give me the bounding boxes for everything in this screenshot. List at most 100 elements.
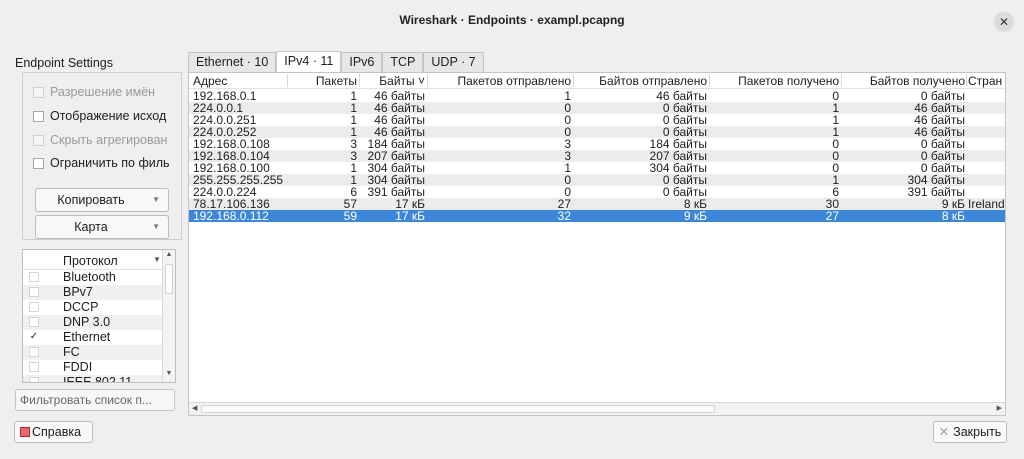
cell-packets-sent: 1 (564, 162, 571, 174)
protocol-checkbox[interactable] (29, 347, 39, 357)
help-icon (20, 427, 30, 437)
protocol-filter-input[interactable]: Фильтровать список п... (15, 389, 175, 411)
check-icon[interactable]: ✓ (29, 332, 39, 342)
protocol-column-header[interactable]: Протокол ▼ (23, 250, 163, 270)
table-row[interactable]: 224.0.0.251 1 46 байты 0 0 байты 1 46 байты (189, 114, 1005, 126)
cell-address: 224.0.0.1 (193, 102, 244, 114)
close-button[interactable]: ✕ Закрыть (933, 421, 1007, 443)
cell-packets: 1 (350, 102, 357, 114)
cell-packets-sent: 0 (564, 114, 571, 126)
tab-ethernet[interactable]: Ethernet · 10 (188, 52, 277, 72)
endpoints-table[interactable]: Адрес Пакеты Байты ˅ Пакетов отправлено … (188, 72, 1006, 416)
scrollbar-thumb[interactable] (165, 264, 173, 294)
cell-bytes-received: 0 байты (920, 138, 965, 150)
column-bytes-received[interactable]: Байтов получено (843, 74, 965, 88)
protocol-item[interactable]: Bluetooth (23, 270, 163, 285)
column-separator (573, 74, 574, 87)
cell-packets: 6 (350, 186, 357, 198)
protocol-item[interactable]: FC (23, 345, 163, 360)
map-button[interactable]: Карта ▼ (35, 215, 169, 239)
protocol-checkbox[interactable] (29, 302, 39, 312)
cell-packets-sent: 0 (564, 126, 571, 138)
table-row[interactable]: 192.168.0.108 3 184 байты 3 184 байты 0 0 байт… (189, 138, 1005, 150)
scroll-down-icon[interactable]: ▼ (164, 370, 174, 381)
column-country[interactable]: Стран (968, 74, 1005, 88)
help-button[interactable]: Справка (14, 421, 93, 443)
table-row[interactable]: 255.255.255.255 1 304 байты 0 0 байты 1 304 ба… (189, 174, 1005, 186)
close-icon: ✕ (938, 425, 950, 439)
protocol-item[interactable]: DCCP (23, 300, 163, 315)
protocol-checkbox[interactable] (29, 377, 39, 382)
column-packets[interactable]: Пакеты (289, 74, 357, 88)
tab-ipv6[interactable]: IPv6 (341, 52, 383, 72)
protocol-checkbox[interactable] (29, 362, 39, 372)
column-bytes-sent[interactable]: Байтов отправлено (575, 74, 707, 88)
tab-udp[interactable]: UDP · 7 (423, 52, 484, 72)
help-button-label: Справка (32, 425, 82, 439)
cell-packets-sent: 3 (564, 138, 571, 150)
cell-packets-received: 1 (832, 126, 839, 138)
column-separator (427, 74, 428, 87)
table-row[interactable]: 192.168.0.112 59 17 кБ 32 9 кБ 27 8 кБ (189, 210, 1005, 222)
chevron-down-icon: ▼ (152, 222, 160, 231)
table-row[interactable]: 78.17.106.136 57 17 кБ 27 8 кБ 30 9 кБ Ireland (189, 198, 1005, 210)
cell-bytes-received: 0 байты (920, 90, 965, 102)
cell-packets-received: 6 (832, 186, 839, 198)
protocol-checkbox[interactable] (29, 272, 39, 282)
protocol-checkbox[interactable] (29, 287, 39, 297)
protocol-name: Bluetooth (63, 270, 116, 284)
cell-address: 255.255.255.255 (193, 174, 284, 186)
protocol-item[interactable]: BPv7 (23, 285, 163, 300)
cell-bytes-received: 0 байты (920, 150, 965, 162)
protocol-item[interactable]: IEEE 802.11 (23, 375, 163, 382)
cell-bytes: 304 байты (367, 174, 425, 186)
column-packets-received[interactable]: Пакетов получено (711, 74, 839, 88)
cell-bytes-received: 304 байты (907, 174, 965, 186)
table-row[interactable]: 224.0.0.224 6 391 байты 0 0 байты 6 391 байты (189, 186, 1005, 198)
table-row[interactable]: 192.168.0.104 3 207 байты 3 207 байты 0 0 байт… (189, 150, 1005, 162)
limit-to-filter-checkbox[interactable]: Ограничить по филь (33, 155, 170, 171)
protocol-name: FDDI (63, 360, 93, 374)
resolve-names-checkbox[interactable]: Разрешение имён (33, 84, 155, 100)
cell-bytes-sent: 8 кБ (683, 198, 707, 210)
table-row[interactable]: 192.168.0.1 1 46 байты 1 46 байты 0 0 байты (189, 90, 1005, 102)
column-bytes[interactable]: Байты ˅ (361, 74, 425, 88)
tab-ipv4[interactable]: IPv4 · 11 (276, 51, 342, 73)
column-address[interactable]: Адрес (193, 74, 227, 88)
scroll-left-icon[interactable]: ◀ (192, 404, 197, 412)
hide-aggregated-checkbox[interactable]: Скрыть агрегирован (33, 132, 167, 148)
cell-address: 78.17.106.136 (193, 198, 270, 210)
cell-packets: 1 (350, 126, 357, 138)
cell-address: 224.0.0.252 (193, 126, 257, 138)
protocol-name: DCCP (63, 300, 99, 314)
table-row[interactable]: 224.0.0.1 1 46 байты 0 0 байты 1 46 байты (189, 102, 1005, 114)
scroll-up-icon[interactable]: ▲ (164, 251, 174, 262)
table-row[interactable]: 224.0.0.252 1 46 байты 0 0 байты 1 46 байты (189, 126, 1005, 138)
cell-bytes: 46 байты (374, 102, 425, 114)
cell-bytes: 17 кБ (395, 198, 425, 210)
scrollbar-thumb[interactable] (201, 405, 715, 413)
table-horizontal-scrollbar[interactable]: ◀ ▶ (189, 402, 1005, 415)
tab-tcp[interactable]: TCP (382, 52, 424, 72)
cell-bytes-sent: 304 байты (649, 162, 707, 174)
table-row[interactable]: 192.168.0.100 1 304 байты 1 304 байты 0 0 байт… (189, 162, 1005, 174)
cell-packets-received: 27 (825, 210, 839, 222)
scroll-right-icon[interactable]: ▶ (997, 404, 1002, 412)
protocol-item[interactable]: ✓ Ethernet (23, 330, 163, 345)
cell-bytes: 17 кБ (395, 210, 425, 222)
protocol-list[interactable]: Протокол ▼ Bluetooth BPv7 DCCP DNP 3.0 ✓… (22, 249, 176, 383)
map-button-label: Карта (74, 220, 108, 234)
protocol-name: DNP 3.0 (63, 315, 111, 329)
cell-bytes-sent: 0 байты (662, 102, 707, 114)
absolute-start-checkbox[interactable]: Отображение исход (33, 108, 166, 124)
cell-address: 224.0.0.224 (193, 186, 257, 198)
title-bar: Wireshark · Endpoints · exampl.pcapng ✕ (0, 0, 1024, 38)
window-close-button[interactable]: ✕ (994, 12, 1014, 32)
column-packets-sent[interactable]: Пакетов отправлено (429, 74, 571, 88)
protocol-item[interactable]: DNP 3.0 (23, 315, 163, 330)
protocol-list-scrollbar[interactable]: ▲ ▼ (162, 250, 175, 382)
protocol-item[interactable]: FDDI (23, 360, 163, 375)
protocol-checkbox[interactable] (29, 317, 39, 327)
copy-button[interactable]: Копировать ▼ (35, 188, 169, 212)
column-separator (966, 74, 967, 87)
